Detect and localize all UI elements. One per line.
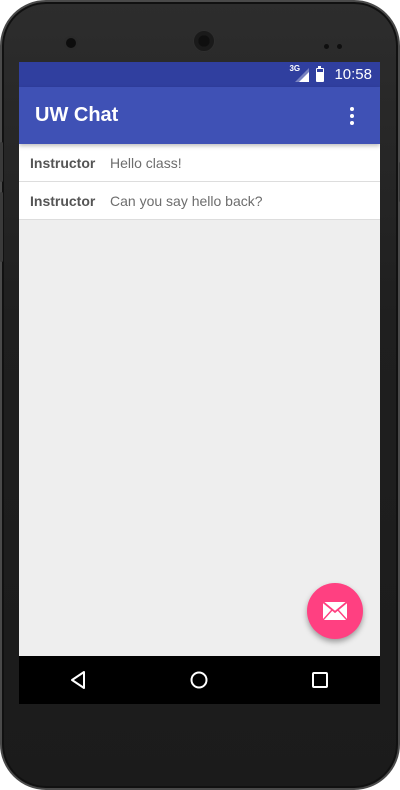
status-clock: 10:58 [334, 66, 372, 83]
battery-icon [316, 65, 325, 82]
message-author: Instructor [30, 192, 96, 209]
message-text: Hello class! [110, 154, 182, 171]
front-camera [64, 36, 78, 50]
message-author: Instructor [30, 154, 96, 171]
volume-down-button [0, 192, 3, 262]
home-icon [190, 671, 208, 689]
navigation-bar [19, 656, 380, 704]
back-button[interactable] [59, 660, 99, 700]
volume-up-button [0, 142, 3, 182]
cellular-signal: 3G [289, 63, 310, 83]
overflow-menu-icon[interactable] [340, 104, 364, 128]
app-bar: UW Chat [19, 87, 380, 144]
envelope-icon [322, 601, 348, 621]
message-row[interactable]: Instructor Can you say hello back? [19, 182, 380, 220]
network-type-label: 3G [289, 63, 301, 73]
earpiece-speaker [193, 30, 215, 52]
back-icon [71, 671, 86, 689]
message-row[interactable]: Instructor Hello class! [19, 144, 380, 182]
message-text: Can you say hello back? [110, 192, 263, 209]
app-title: UW Chat [35, 104, 119, 126]
proximity-sensors [324, 36, 354, 49]
recents-button[interactable] [300, 660, 340, 700]
message-list: Instructor Hello class! Instructor Can y… [19, 144, 380, 220]
status-bar: 3G 10:58 [19, 62, 380, 87]
send-message-fab[interactable] [307, 583, 363, 639]
app-screen: 3G 10:58 UW Chat Instructor Hello class!… [19, 62, 380, 656]
recents-icon [311, 672, 328, 688]
home-button[interactable] [179, 660, 219, 700]
